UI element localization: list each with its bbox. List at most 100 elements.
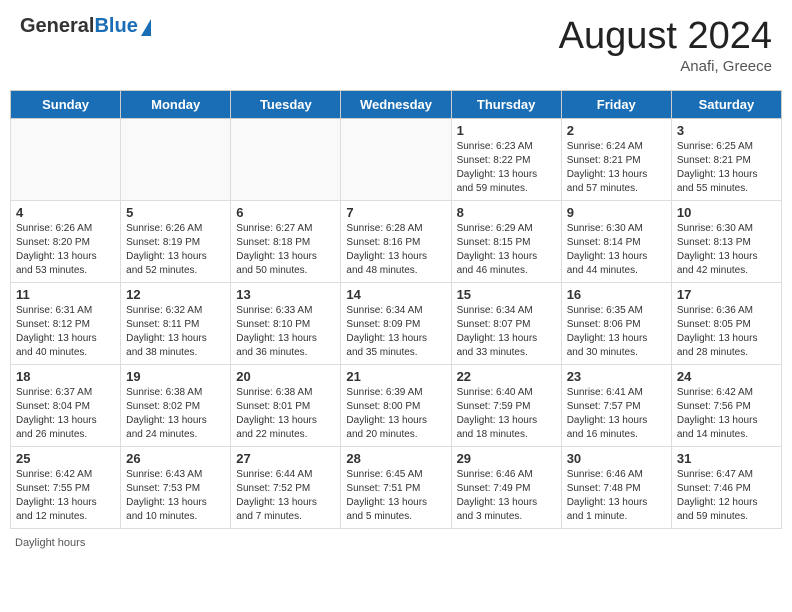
logo-triangle-icon xyxy=(141,19,151,36)
page-subtitle: Anafi, Greece xyxy=(559,58,772,75)
day-info: Sunrise: 6:37 AM Sunset: 8:04 PM Dayligh… xyxy=(16,386,115,442)
header: General Blue August 2024 Anafi, Greece xyxy=(10,10,782,80)
calendar-day-cell: 19 Sunrise: 6:38 AM Sunset: 8:02 PM Dayli… xyxy=(121,365,231,447)
calendar-day-cell: 16 Sunrise: 6:35 AM Sunset: 8:06 PM Dayli… xyxy=(561,283,671,365)
day-number: 17 xyxy=(677,287,776,302)
day-info: Sunrise: 6:45 AM Sunset: 7:51 PM Dayligh… xyxy=(346,468,445,524)
calendar-day-cell xyxy=(231,119,341,201)
calendar-day-cell: 31Sunrise: 6:47 AM Sunset: 7:46 PM Dayli… xyxy=(671,447,781,529)
calendar-day-cell: 14 Sunrise: 6:34 AM Sunset: 8:09 PM Dayli… xyxy=(341,283,451,365)
calendar-day-cell: 6 Sunrise: 6:27 AM Sunset: 8:18 PM Daylig… xyxy=(231,201,341,283)
calendar-day-header: Wednesday xyxy=(341,91,451,119)
day-info: Sunrise: 6:39 AM Sunset: 8:00 PM Dayligh… xyxy=(346,386,445,442)
day-info: Sunrise: 6:30 AM Sunset: 8:14 PM Dayligh… xyxy=(567,222,666,278)
calendar-week-row: 11 Sunrise: 6:31 AM Sunset: 8:12 PM Dayli… xyxy=(11,283,782,365)
day-number: 27 xyxy=(236,451,335,466)
calendar-day-cell: 26Sunrise: 6:43 AM Sunset: 7:53 PM Dayli… xyxy=(121,447,231,529)
day-info: Sunrise: 6:34 AM Sunset: 8:09 PM Dayligh… xyxy=(346,304,445,360)
calendar-day-cell: 12Sunrise: 6:32 AM Sunset: 8:11 PM Dayli… xyxy=(121,283,231,365)
calendar-day-cell: 8 Sunrise: 6:29 AM Sunset: 8:15 PM Daylig… xyxy=(451,201,561,283)
day-info: Sunrise: 6:30 AM Sunset: 8:13 PM Dayligh… xyxy=(677,222,776,278)
day-info: Sunrise: 6:27 AM Sunset: 8:18 PM Dayligh… xyxy=(236,222,335,278)
day-info: Sunrise: 6:32 AM Sunset: 8:11 PM Dayligh… xyxy=(126,304,225,360)
day-info: Sunrise: 6:28 AM Sunset: 8:16 PM Dayligh… xyxy=(346,222,445,278)
day-number: 31 xyxy=(677,451,776,466)
calendar-day-cell: 9Sunrise: 6:30 AM Sunset: 8:14 PM Daylig… xyxy=(561,201,671,283)
calendar-day-cell: 1 Sunrise: 6:23 AM Sunset: 8:22 PM Daylig… xyxy=(451,119,561,201)
day-info: Sunrise: 6:42 AM Sunset: 7:55 PM Dayligh… xyxy=(16,468,115,524)
footer: Daylight hours xyxy=(10,537,782,549)
calendar-day-cell xyxy=(11,119,121,201)
calendar-week-row: 18Sunrise: 6:37 AM Sunset: 8:04 PM Dayli… xyxy=(11,365,782,447)
day-info: Sunrise: 6:46 AM Sunset: 7:49 PM Dayligh… xyxy=(457,468,556,524)
day-number: 23 xyxy=(567,369,666,384)
calendar-day-header: Thursday xyxy=(451,91,561,119)
day-info: Sunrise: 6:31 AM Sunset: 8:12 PM Dayligh… xyxy=(16,304,115,360)
calendar-day-cell: 27Sunrise: 6:44 AM Sunset: 7:52 PM Dayli… xyxy=(231,447,341,529)
calendar-day-cell: 21 Sunrise: 6:39 AM Sunset: 8:00 PM Dayli… xyxy=(341,365,451,447)
calendar-day-cell: 4Sunrise: 6:26 AM Sunset: 8:20 PM Daylig… xyxy=(11,201,121,283)
day-number: 29 xyxy=(457,451,556,466)
day-number: 21 xyxy=(346,369,445,384)
calendar-day-cell: 29 Sunrise: 6:46 AM Sunset: 7:49 PM Dayli… xyxy=(451,447,561,529)
calendar-day-cell: 13 Sunrise: 6:33 AM Sunset: 8:10 PM Dayli… xyxy=(231,283,341,365)
logo-general: General xyxy=(20,15,94,38)
day-info: Sunrise: 6:36 AM Sunset: 8:05 PM Dayligh… xyxy=(677,304,776,360)
calendar-day-cell: 30 Sunrise: 6:46 AM Sunset: 7:48 PM Dayli… xyxy=(561,447,671,529)
day-number: 13 xyxy=(236,287,335,302)
day-info: Sunrise: 6:33 AM Sunset: 8:10 PM Dayligh… xyxy=(236,304,335,360)
day-number: 7 xyxy=(346,205,445,220)
day-number: 4 xyxy=(16,205,115,220)
day-info: Sunrise: 6:46 AM Sunset: 7:48 PM Dayligh… xyxy=(567,468,666,524)
day-number: 1 xyxy=(457,123,556,138)
calendar-week-row: 25 Sunrise: 6:42 AM Sunset: 7:55 PM Dayli… xyxy=(11,447,782,529)
calendar-day-cell xyxy=(341,119,451,201)
day-info: Sunrise: 6:35 AM Sunset: 8:06 PM Dayligh… xyxy=(567,304,666,360)
day-number: 24 xyxy=(677,369,776,384)
calendar-day-header: Sunday xyxy=(11,91,121,119)
day-number: 14 xyxy=(346,287,445,302)
day-number: 15 xyxy=(457,287,556,302)
calendar-day-cell xyxy=(121,119,231,201)
calendar-header-row: SundayMondayTuesdayWednesdayThursdayFrid… xyxy=(11,91,782,119)
day-number: 22 xyxy=(457,369,556,384)
calendar-day-cell: 24 Sunrise: 6:42 AM Sunset: 7:56 PM Dayli… xyxy=(671,365,781,447)
calendar-day-header: Friday xyxy=(561,91,671,119)
calendar-week-row: 1 Sunrise: 6:23 AM Sunset: 8:22 PM Daylig… xyxy=(11,119,782,201)
day-number: 16 xyxy=(567,287,666,302)
calendar-day-header: Tuesday xyxy=(231,91,341,119)
day-number: 19 xyxy=(126,369,225,384)
day-info: Sunrise: 6:38 AM Sunset: 8:02 PM Dayligh… xyxy=(126,386,225,442)
calendar-day-cell: 10Sunrise: 6:30 AM Sunset: 8:13 PM Dayli… xyxy=(671,201,781,283)
day-number: 20 xyxy=(236,369,335,384)
logo-blue: Blue xyxy=(94,15,137,38)
day-info: Sunrise: 6:26 AM Sunset: 8:19 PM Dayligh… xyxy=(126,222,225,278)
day-info: Sunrise: 6:43 AM Sunset: 7:53 PM Dayligh… xyxy=(126,468,225,524)
calendar-day-cell: 17 Sunrise: 6:36 AM Sunset: 8:05 PM Dayli… xyxy=(671,283,781,365)
day-info: Sunrise: 6:29 AM Sunset: 8:15 PM Dayligh… xyxy=(457,222,556,278)
day-number: 28 xyxy=(346,451,445,466)
calendar-day-cell: 28 Sunrise: 6:45 AM Sunset: 7:51 PM Dayli… xyxy=(341,447,451,529)
day-number: 2 xyxy=(567,123,666,138)
day-number: 3 xyxy=(677,123,776,138)
day-info: Sunrise: 6:42 AM Sunset: 7:56 PM Dayligh… xyxy=(677,386,776,442)
calendar-day-cell: 11 Sunrise: 6:31 AM Sunset: 8:12 PM Dayli… xyxy=(11,283,121,365)
day-number: 30 xyxy=(567,451,666,466)
calendar-week-row: 4Sunrise: 6:26 AM Sunset: 8:20 PM Daylig… xyxy=(11,201,782,283)
calendar-day-cell: 23Sunrise: 6:41 AM Sunset: 7:57 PM Dayli… xyxy=(561,365,671,447)
day-number: 25 xyxy=(16,451,115,466)
calendar-day-cell: 22Sunrise: 6:40 AM Sunset: 7:59 PM Dayli… xyxy=(451,365,561,447)
calendar-day-cell: 20 Sunrise: 6:38 AM Sunset: 8:01 PM Dayli… xyxy=(231,365,341,447)
day-number: 6 xyxy=(236,205,335,220)
day-info: Sunrise: 6:23 AM Sunset: 8:22 PM Dayligh… xyxy=(457,140,556,196)
calendar-day-cell: 15Sunrise: 6:34 AM Sunset: 8:07 PM Dayli… xyxy=(451,283,561,365)
day-number: 11 xyxy=(16,287,115,302)
day-info: Sunrise: 6:38 AM Sunset: 8:01 PM Dayligh… xyxy=(236,386,335,442)
calendar-day-header: Monday xyxy=(121,91,231,119)
calendar-day-cell: 5Sunrise: 6:26 AM Sunset: 8:19 PM Daylig… xyxy=(121,201,231,283)
day-info: Sunrise: 6:25 AM Sunset: 8:21 PM Dayligh… xyxy=(677,140,776,196)
calendar-day-cell: 7 Sunrise: 6:28 AM Sunset: 8:16 PM Daylig… xyxy=(341,201,451,283)
title-block: August 2024 Anafi, Greece xyxy=(559,15,772,75)
calendar-day-cell: 3 Sunrise: 6:25 AM Sunset: 8:21 PM Daylig… xyxy=(671,119,781,201)
day-number: 8 xyxy=(457,205,556,220)
